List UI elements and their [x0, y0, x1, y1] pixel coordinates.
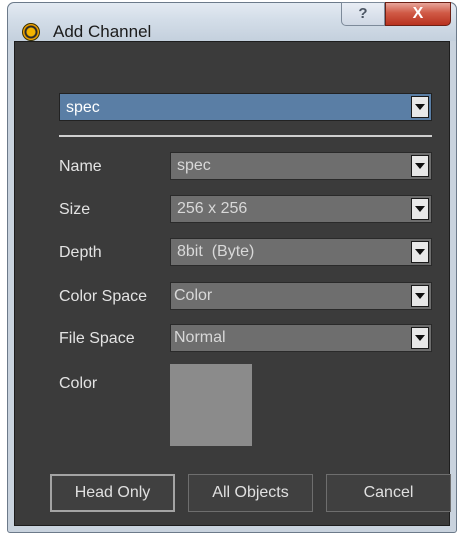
all-objects-button[interactable]: All Objects: [188, 474, 313, 512]
chevron-down-icon[interactable]: [411, 285, 429, 307]
color-space-select[interactable]: Color: [170, 282, 432, 310]
color-label: Color: [59, 375, 98, 392]
depth-label: Depth: [59, 244, 102, 261]
cancel-button[interactable]: Cancel: [326, 474, 451, 512]
title-bar[interactable]: Add Channel ? X: [8, 2, 456, 41]
chevron-down-icon[interactable]: [411, 198, 429, 220]
file-space-value: Normal: [174, 329, 226, 346]
depth-select[interactable]: 8bit (Byte): [170, 238, 432, 266]
name-label: Name: [59, 158, 102, 175]
channel-select-value: spec: [66, 99, 100, 116]
app-icon: [22, 23, 40, 41]
name-value: spec: [177, 157, 211, 174]
dialog-body: spec Name spec Size 256 x 256 Depth 8bit…: [14, 41, 451, 526]
separator: [59, 135, 432, 137]
file-space-label: File Space: [59, 330, 135, 347]
close-button[interactable]: X: [385, 2, 451, 26]
channel-select[interactable]: spec: [59, 93, 432, 121]
chevron-down-icon[interactable]: [411, 96, 429, 118]
add-channel-dialog: Add Channel ? X spec Name spec Size 256 …: [7, 2, 457, 533]
head-only-button[interactable]: Head Only: [50, 474, 175, 512]
window-title: Add Channel: [53, 22, 152, 41]
color-space-label: Color Space: [59, 288, 148, 305]
color-swatch[interactable]: [170, 364, 252, 446]
chevron-down-icon[interactable]: [411, 155, 429, 177]
help-button[interactable]: ?: [341, 2, 385, 26]
chevron-down-icon[interactable]: [411, 327, 429, 349]
depth-value: 8bit (Byte): [177, 243, 255, 260]
chevron-down-icon[interactable]: [411, 241, 429, 263]
name-select[interactable]: spec: [170, 152, 432, 180]
size-value: 256 x 256: [177, 200, 248, 217]
size-select[interactable]: 256 x 256: [170, 195, 432, 223]
file-space-select[interactable]: Normal: [170, 324, 432, 352]
size-label: Size: [59, 201, 91, 218]
color-space-value: Color: [174, 287, 213, 304]
